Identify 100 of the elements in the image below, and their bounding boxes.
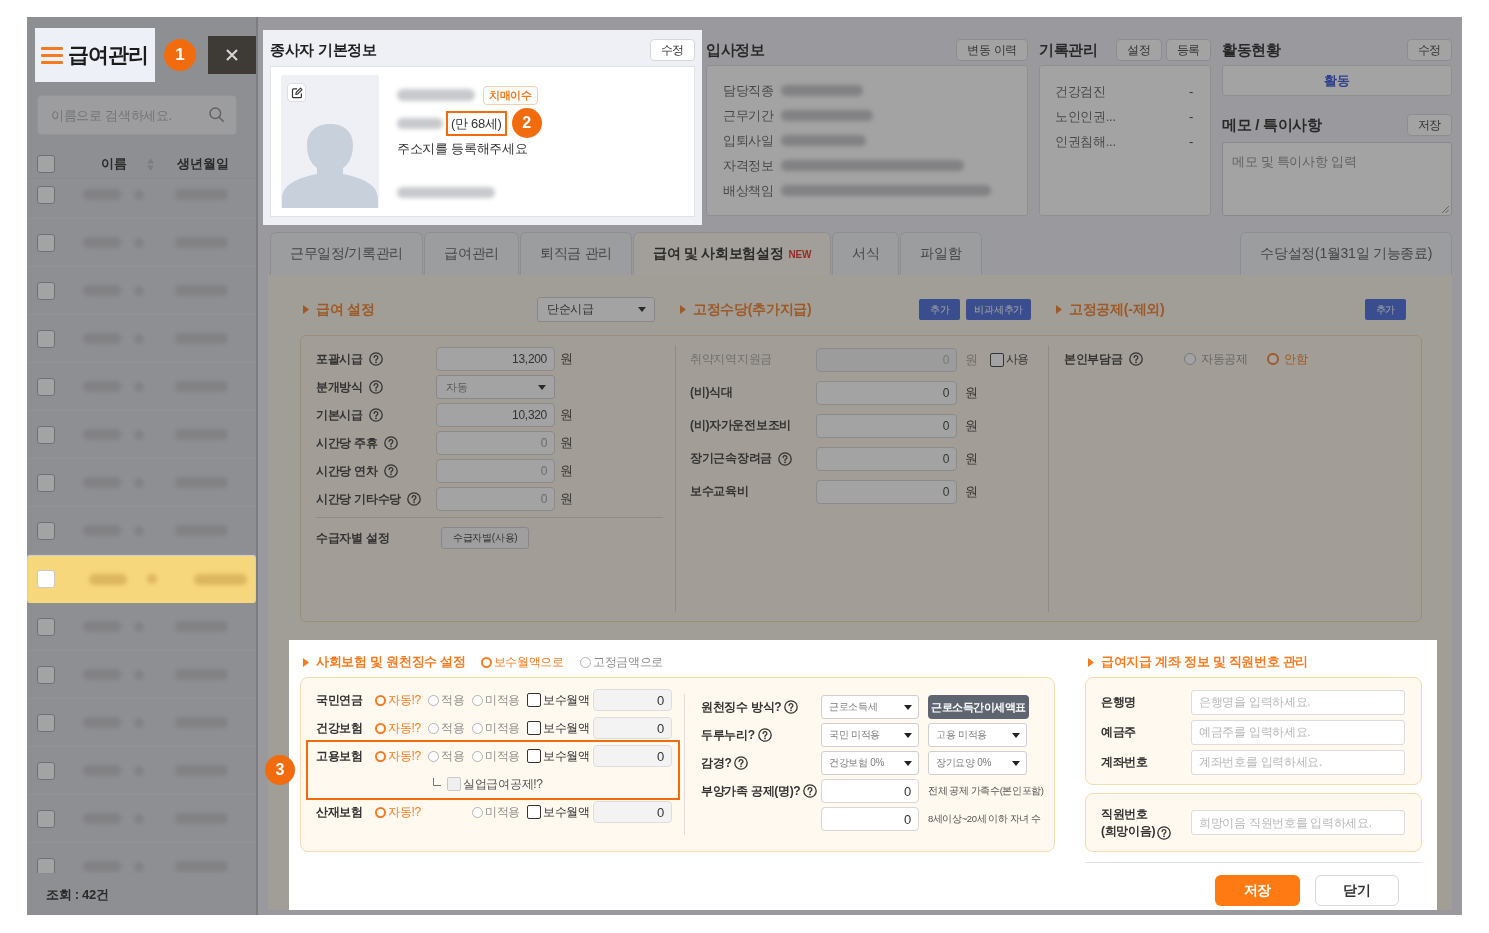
radio-icon[interactable] <box>375 722 386 734</box>
radio-option[interactable]: 적용 <box>428 747 472 765</box>
text-input[interactable]: 예금주를 입력하세요. <box>1191 719 1405 745</box>
row-checkbox[interactable] <box>37 521 55 540</box>
table-row[interactable] <box>27 555 256 603</box>
menu-icon[interactable] <box>41 46 63 64</box>
close-button[interactable] <box>208 36 256 74</box>
tab[interactable]: 근무일정/기록관리 <box>270 232 424 275</box>
radio-icon[interactable] <box>375 806 386 818</box>
help-icon[interactable] <box>368 380 383 394</box>
radio-option[interactable]: 미적용 <box>472 747 527 765</box>
panel-button[interactable]: 저장 <box>1406 114 1452 136</box>
row-checkbox[interactable] <box>37 713 55 732</box>
row-checkbox[interactable] <box>37 570 55 588</box>
radio-option[interactable]: 고정금액으로 <box>579 653 664 671</box>
add-button[interactable]: 추가 <box>1365 299 1406 320</box>
radio-option[interactable]: 미적용 <box>472 719 527 737</box>
radio-icon[interactable] <box>428 750 439 762</box>
checkbox-icon[interactable] <box>527 749 541 763</box>
radio-icon[interactable] <box>375 750 386 762</box>
row-checkbox[interactable] <box>37 617 55 636</box>
panel-button[interactable]: 등록 <box>1165 39 1211 61</box>
row-checkbox[interactable] <box>37 185 55 204</box>
number-field[interactable]: 10,320 <box>436 403 555 427</box>
number-field[interactable]: 0 <box>816 413 957 438</box>
radio-icon[interactable] <box>375 694 386 706</box>
number-field[interactable]: 0 <box>821 807 919 831</box>
checkbox-option[interactable]: 보수월액 <box>527 719 593 737</box>
text-input[interactable]: 계좌번호를 입력하세요. <box>1191 749 1405 775</box>
action-button[interactable]: 근로소득간이세액표 <box>928 695 1029 719</box>
tab[interactable]: 파일함 <box>900 232 982 275</box>
select-field[interactable]: 근로소득세 <box>821 695 919 719</box>
row-checkbox[interactable] <box>37 377 55 396</box>
radio-icon[interactable] <box>472 750 483 762</box>
number-field[interactable]: 0 <box>816 479 957 504</box>
recipient-button[interactable]: 수급자별(사용) <box>441 527 530 549</box>
help-icon[interactable] <box>1157 825 1172 840</box>
panel-button[interactable]: 설정 <box>1116 39 1162 61</box>
add-button[interactable]: 비과세추가 <box>966 299 1031 320</box>
column-header[interactable]: 생년월일 <box>177 155 229 173</box>
row-checkbox[interactable] <box>37 329 55 348</box>
radio-option[interactable]: 적용 <box>428 691 472 709</box>
row-checkbox[interactable] <box>37 473 55 492</box>
radio-icon[interactable] <box>472 694 483 706</box>
edit-photo-button[interactable] <box>287 83 306 102</box>
select-field[interactable]: 국민 미적용 <box>821 723 919 747</box>
edit-button[interactable]: 수정 <box>649 39 695 61</box>
tab[interactable]: 퇴직금 관리 <box>520 232 633 275</box>
row-checkbox[interactable] <box>37 761 55 780</box>
help-icon[interactable] <box>803 784 818 798</box>
tab[interactable]: 급여관리 <box>424 232 519 275</box>
row-checkbox[interactable] <box>37 857 55 873</box>
radio-option[interactable]: 자동공제 <box>1184 350 1248 368</box>
search-icon[interactable] <box>209 107 224 122</box>
number-field[interactable]: 0 <box>821 779 919 803</box>
row-checkbox[interactable] <box>37 425 55 444</box>
radio-icon[interactable] <box>1184 353 1196 365</box>
help-icon[interactable] <box>383 436 398 450</box>
row-checkbox[interactable] <box>37 233 55 252</box>
checkbox-option[interactable]: 보수월액 <box>527 803 593 821</box>
radio-icon[interactable] <box>1266 353 1279 365</box>
row-checkbox[interactable] <box>37 665 55 684</box>
text-input[interactable]: 은행명을 입력하세요. <box>1191 689 1405 715</box>
radio-option[interactable]: 미적용 <box>472 691 527 709</box>
radio-option[interactable]: 보수월액으로 <box>480 653 564 671</box>
help-icon[interactable] <box>777 451 792 466</box>
number-field[interactable]: 0 <box>816 446 957 471</box>
help-icon[interactable] <box>1128 352 1143 366</box>
help-icon[interactable] <box>368 408 383 422</box>
help-icon[interactable] <box>406 492 421 506</box>
add-button[interactable]: 추가 <box>919 299 961 320</box>
radio-option[interactable]: 자동!? <box>375 691 428 709</box>
memo-field[interactable]: 메모 및 특이사항 입력 <box>1222 142 1452 216</box>
radio-icon[interactable] <box>428 722 439 734</box>
tab[interactable]: 수당설정(1월31일 기능종료) <box>1240 232 1452 275</box>
close-button[interactable]: 닫기 <box>1315 875 1399 906</box>
activity-status[interactable]: 활동 <box>1222 65 1452 96</box>
select-field[interactable]: 장기요양 0% <box>928 751 1027 775</box>
checkbox-icon[interactable] <box>527 693 541 707</box>
help-icon[interactable] <box>734 756 749 770</box>
number-field[interactable]: 0 <box>593 745 672 767</box>
select-field[interactable]: 고용 미적용 <box>928 723 1027 747</box>
tab[interactable]: 급여 및 사회보험설정 NEW <box>633 232 832 275</box>
checkbox-icon[interactable] <box>527 805 541 819</box>
radio-option[interactable]: 자동!? <box>375 747 428 765</box>
select-field[interactable]: 건강보험 0% <box>821 751 919 775</box>
save-button[interactable]: 저장 <box>1215 875 1300 906</box>
text-input[interactable]: 희망이음 직원번호를 입력하세요. <box>1191 810 1405 835</box>
panel-button[interactable]: 변동 이력 <box>956 39 1028 61</box>
number-field[interactable]: 0 <box>593 717 672 739</box>
row-checkbox[interactable] <box>37 809 55 828</box>
resize-grip-icon[interactable] <box>1442 206 1449 213</box>
checkbox-icon[interactable] <box>527 721 541 735</box>
radio-icon[interactable] <box>472 806 483 818</box>
radio-option[interactable]: 자동!? <box>375 719 428 737</box>
radio-icon[interactable] <box>579 656 591 668</box>
radio-icon[interactable] <box>472 722 483 734</box>
help-icon[interactable] <box>368 352 383 366</box>
number-field[interactable]: 13,200 <box>436 347 555 371</box>
tab[interactable]: 서식 <box>832 232 900 275</box>
